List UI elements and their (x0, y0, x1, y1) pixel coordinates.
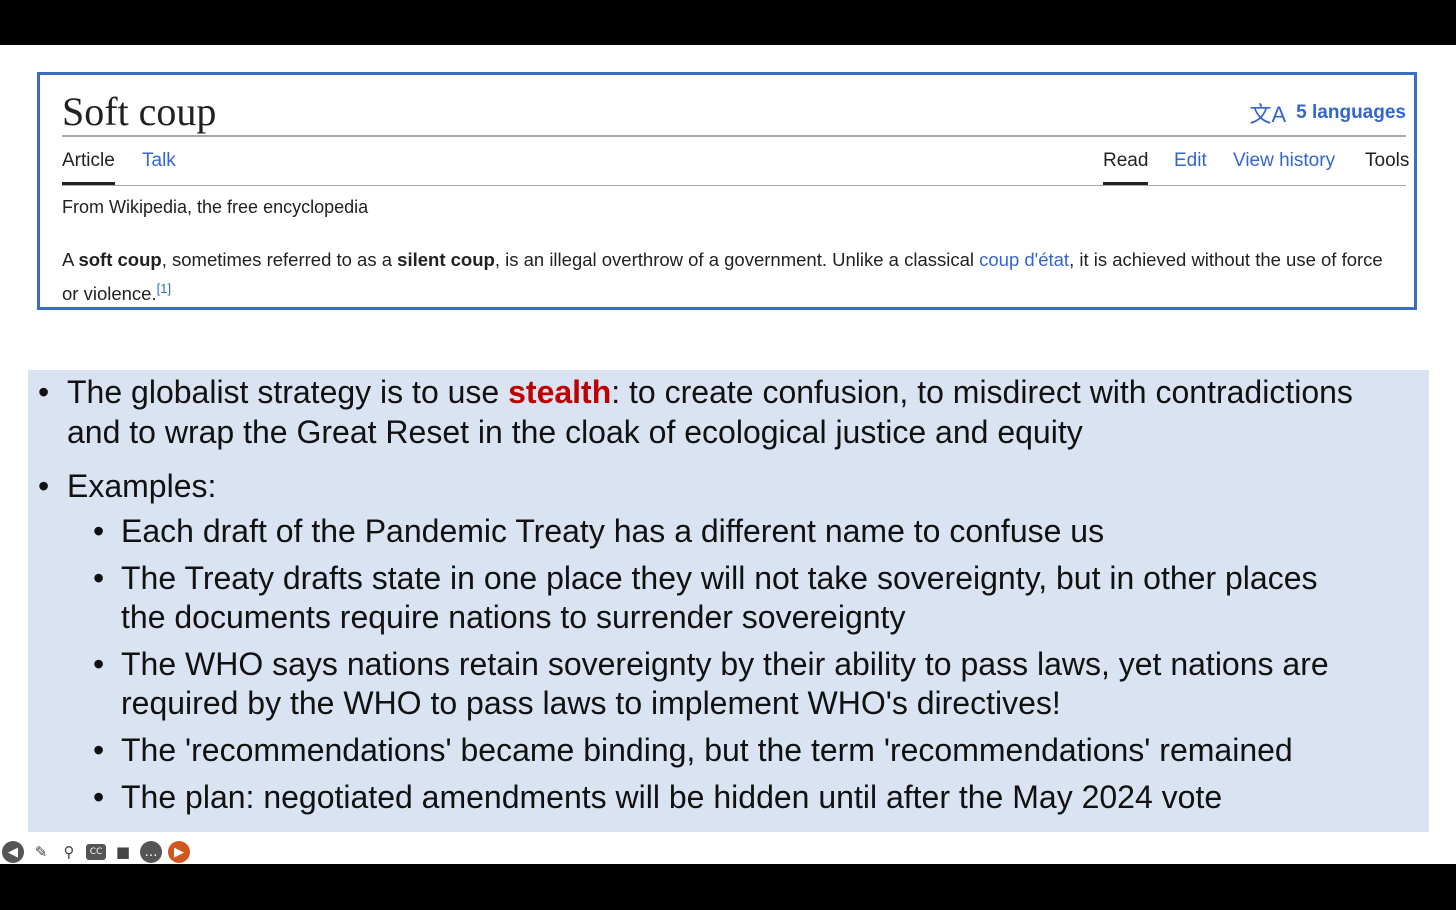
bullet-dot: • (93, 560, 105, 596)
lead-bold-term: soft coup (78, 249, 162, 270)
tab-bar: Article Talk Read Edit View history Tool… (62, 137, 1409, 186)
bullet-dot: • (93, 513, 105, 549)
pen-icon[interactable]: ✎ (30, 841, 52, 863)
captions-icon[interactable]: CC (86, 844, 106, 860)
tab-view-history[interactable]: View history (1233, 150, 1335, 182)
tab-talk[interactable]: Talk (142, 150, 176, 182)
bullet-dot: • (93, 779, 105, 815)
bullet-panel: • The globalist strategy is to use steal… (28, 370, 1429, 832)
bullet-dot: • (93, 732, 105, 768)
languages-button[interactable]: 文A 5 languages (1249, 97, 1406, 129)
lead-bold-term: silent coup (397, 249, 495, 270)
tab-tools[interactable]: Tools (1365, 150, 1409, 182)
previous-icon[interactable]: ◀ (2, 841, 24, 863)
bullet-dot: • (38, 374, 50, 410)
zoom-icon[interactable]: ⚲ (58, 841, 80, 863)
slide: Soft coup 文A 5 languages Article Talk Re… (0, 45, 1456, 864)
lead-text: A (62, 249, 79, 270)
tagline: From Wikipedia, the free encyclopedia (62, 197, 369, 217)
camera-icon[interactable]: ■ (112, 841, 134, 863)
page-title: Soft coup (62, 89, 217, 134)
languages-label: 5 languages (1296, 102, 1406, 123)
bullet-text: : to create confusion, to misdirect with… (611, 374, 1353, 410)
bullet-text: The globalist strategy is to use (67, 374, 509, 410)
wikipedia-screenshot: Soft coup 文A 5 languages Article Talk Re… (37, 72, 1417, 310)
translate-icon: 文A (1249, 102, 1287, 127)
tab-article[interactable]: Article (62, 150, 115, 185)
reference-link[interactable]: [1] (157, 281, 171, 296)
bullet-dot: • (93, 646, 105, 682)
lead-paragraph: A soft coup, sometimes referred to as a … (62, 245, 1402, 308)
tab-edit[interactable]: Edit (1174, 150, 1207, 182)
bullet-dot: • (38, 468, 50, 504)
tab-read[interactable]: Read (1103, 150, 1149, 185)
presenter-toolbar: ◀ ✎ ⚲ CC ■ … ▶ (2, 841, 196, 863)
lead-text: , sometimes referred to as a (161, 249, 398, 270)
lead-text: , is an illegal overthrow of a governmen… (494, 249, 980, 270)
more-icon[interactable]: … (140, 841, 162, 863)
emphasis-word: stealth (508, 374, 612, 410)
coup-detat-link[interactable]: coup d'état (979, 249, 1069, 270)
next-icon[interactable]: ▶ (168, 841, 190, 863)
